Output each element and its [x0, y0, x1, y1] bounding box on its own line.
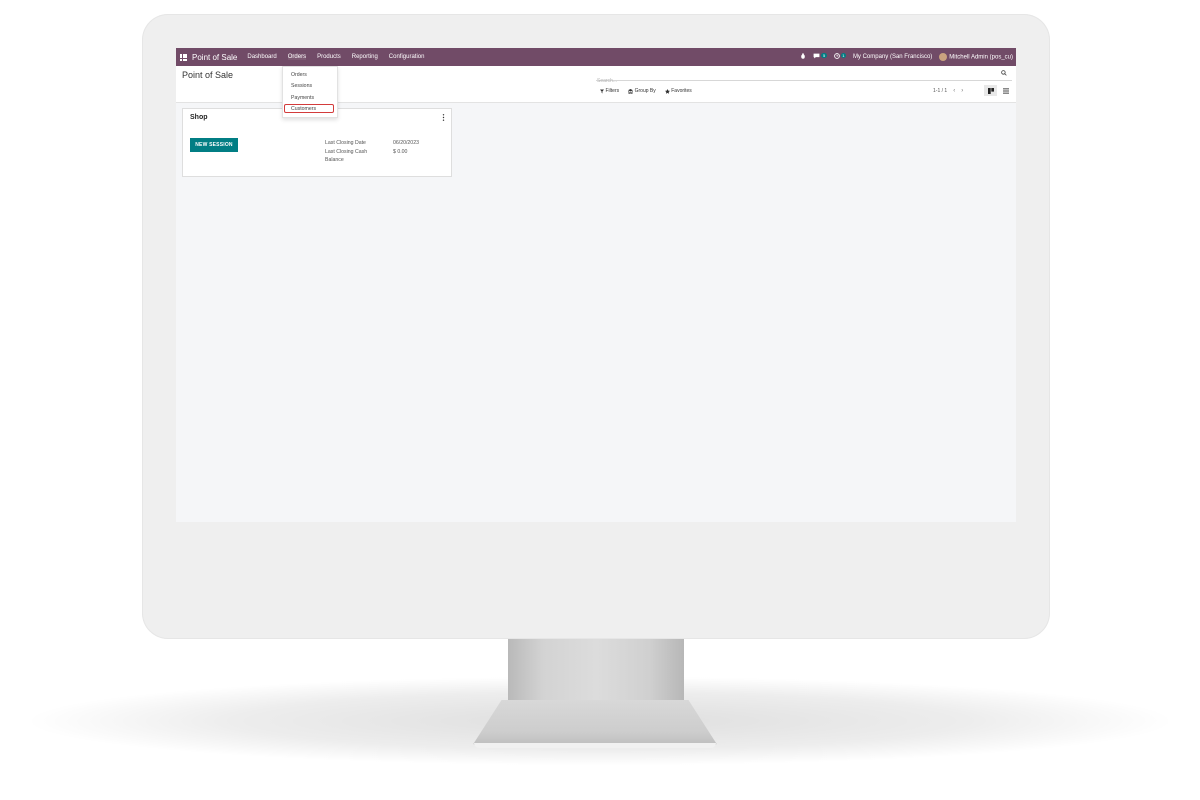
menu-reporting[interactable]: Reporting [352, 54, 378, 60]
pager-next-icon[interactable]: › [961, 88, 963, 94]
pager-previous-icon[interactable]: ‹ [953, 88, 955, 94]
clock-icon [833, 53, 840, 59]
orders-dropdown-menu: Orders Sessions Payments Customers [282, 66, 338, 118]
last-closing-date-label: Last Closing Date [325, 140, 366, 146]
screen: Point of Sale Dashboard Orders Products … [176, 48, 1016, 522]
avatar [939, 53, 948, 61]
dropdown-item-customers[interactable]: Customers [291, 106, 316, 112]
user-menu[interactable]: Mitchell Admin (pos_cu) [939, 53, 1013, 61]
filters-label: Filters [605, 88, 620, 94]
top-navbar: Point of Sale Dashboard Orders Products … [176, 48, 1016, 66]
search-options: Filters Group By Favorites [600, 88, 701, 94]
kanban-view-icon [987, 87, 994, 94]
list-view-icon [1002, 87, 1009, 94]
search-bar [596, 69, 1012, 86]
dropdown-item-orders[interactable]: Orders [291, 72, 307, 78]
activities-button[interactable]: 1 [833, 53, 846, 61]
page-title: Point of Sale [182, 70, 234, 80]
monitor-stand-base-edge [474, 743, 716, 748]
layers-icon [628, 88, 634, 94]
navbar-systray: 5 1 My Company (San Francisco) Mitchell … [793, 53, 1013, 61]
kanban-view-button[interactable] [984, 85, 997, 96]
app-brand[interactable]: Point of Sale [192, 53, 237, 62]
pos-config-card: Shop NEW SESSION Last Closing Date 06/20… [182, 108, 452, 177]
favorites-label: Favorites [671, 88, 692, 94]
menu-orders[interactable]: Orders [287, 54, 307, 60]
search-icon[interactable] [1001, 70, 1007, 76]
chat-icon [814, 53, 820, 59]
bug-icon[interactable] [800, 53, 806, 61]
last-closing-cash-label: Last Closing Cash [325, 148, 368, 155]
user-name: Mitchell Admin (pos_cu) [949, 54, 1013, 61]
card-title: Shop [190, 114, 208, 121]
group-by-button[interactable]: Group By [628, 88, 656, 94]
last-closing-date-value: 06/20/2023 [393, 140, 419, 146]
star-icon [664, 88, 670, 94]
monitor-stand-base [472, 700, 718, 746]
last-closing-cash-label-line2: Balance [325, 157, 344, 163]
pager: 1-1 / 1 ‹ › [933, 88, 963, 94]
filter-icon [600, 89, 604, 93]
dropdown-item-payments[interactable]: Payments [291, 95, 314, 101]
favorites-button[interactable]: Favorites [664, 88, 692, 94]
view-switcher [982, 85, 1012, 96]
last-closing-cash-value: $ 0.00 [393, 148, 408, 155]
dropdown-item-sessions[interactable]: Sessions [291, 83, 312, 89]
new-session-button[interactable]: NEW SESSION [190, 138, 238, 152]
menu-products[interactable]: Products [317, 54, 341, 60]
messages-button[interactable]: 5 [813, 53, 827, 61]
menu-configuration[interactable]: Configuration [389, 54, 425, 60]
search-input[interactable] [596, 76, 987, 86]
kebab-menu-icon[interactable] [442, 114, 445, 121]
filters-button[interactable]: Filters [600, 88, 619, 94]
messages-badge: 5 [821, 53, 827, 58]
pager-value[interactable]: 1-1 / 1 [933, 88, 947, 94]
group-by-label: Group By [634, 88, 656, 94]
apps-grid-icon[interactable] [180, 53, 187, 61]
company-switcher[interactable]: My Company (San Francisco) [853, 54, 932, 60]
menu-dashboard[interactable]: Dashboard [247, 54, 276, 60]
list-view-button[interactable] [999, 85, 1012, 96]
activities-badge: 1 [840, 53, 846, 58]
